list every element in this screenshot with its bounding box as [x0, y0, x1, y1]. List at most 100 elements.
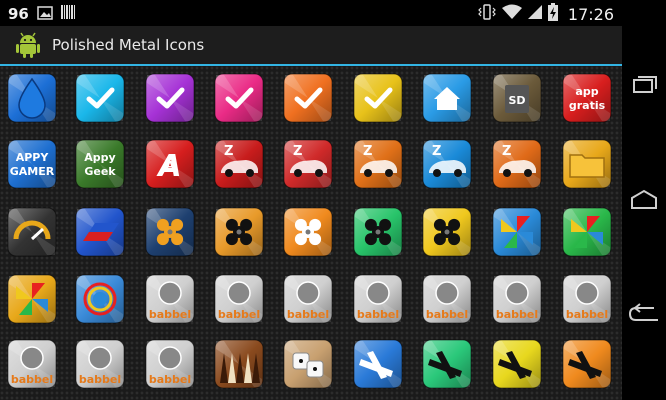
pinwheel-icon-2-graphic	[562, 207, 612, 257]
svg-text:Z: Z	[293, 144, 302, 159]
babbel-france-icon[interactable]: babbel	[214, 274, 264, 324]
blue-car-icon-graphic: Z	[422, 139, 472, 189]
black-clip-icon[interactable]	[422, 339, 472, 389]
yellow-check-icon[interactable]	[353, 73, 403, 123]
sd-card-icon-graphic: SD	[492, 73, 542, 123]
screen: 96 17:26 Polished Metal Icons SD app gra…	[0, 0, 622, 400]
red-car-icon[interactable]: Z	[214, 139, 264, 189]
babbel-brazil-icon[interactable]: babbel	[562, 274, 612, 324]
image-icon	[37, 5, 53, 24]
orange-check-icon[interactable]	[283, 73, 333, 123]
status-bar: 96 17:26	[0, 0, 622, 26]
app-gratis-icon[interactable]: app gratis	[562, 73, 612, 123]
pinwheel-icon-graphic	[492, 207, 542, 257]
green-fan-icon-graphic	[353, 207, 403, 257]
home-icon[interactable]	[422, 73, 472, 123]
folder-icon[interactable]	[562, 139, 612, 189]
svg-text:Z: Z	[363, 144, 372, 159]
babbel-turkey-icon-graphic: babbel	[145, 339, 195, 389]
red-a-icon[interactable]: AA	[145, 139, 195, 189]
dice-icon[interactable]	[283, 339, 333, 389]
back-icon[interactable]	[628, 300, 660, 328]
home-icon[interactable]	[628, 186, 660, 214]
orange-car-icon-2[interactable]: Z	[492, 139, 542, 189]
flag-stripes-icon-graphic	[75, 207, 125, 257]
gauge-icon[interactable]	[7, 207, 57, 257]
babbel-germany-icon-graphic: babbel	[283, 274, 333, 324]
rainbow-disc-icon[interactable]	[75, 274, 125, 324]
tile-label: A	[166, 159, 175, 172]
pinwheel-icon[interactable]	[492, 207, 542, 257]
orange-car-icon-2-graphic: Z	[492, 139, 542, 189]
orange-fan-icon-2[interactable]	[214, 207, 264, 257]
babbel-france-icon-graphic: babbel	[214, 274, 264, 324]
app-title: Polished Metal Icons	[52, 36, 205, 54]
appy-gamer-icon[interactable]: APPY GAMER	[7, 139, 57, 189]
babbel-germany-icon[interactable]: babbel	[283, 274, 333, 324]
babbel-spain-icon-graphic: babbel	[353, 274, 403, 324]
yellow-fan-icon[interactable]	[422, 207, 472, 257]
pinwheel-icon-3[interactable]	[7, 274, 57, 324]
orange-fan-icon[interactable]	[145, 207, 195, 257]
tile-label: Geek	[84, 165, 116, 178]
svg-text:Z: Z	[224, 144, 233, 159]
blue-drop-icon[interactable]	[7, 73, 57, 123]
tile-label: GAMER	[10, 165, 55, 178]
orange-fan-icon-2-graphic	[214, 207, 264, 257]
purple-check-icon[interactable]	[145, 73, 195, 123]
blue-car-icon[interactable]: Z	[422, 139, 472, 189]
red-car-icon-2[interactable]: Z	[283, 139, 333, 189]
icon-grid: SD app gratis APPY GAMER Appy Geek A A Z Z Z Z Zbabbe…	[0, 66, 622, 400]
appy-geek-icon[interactable]: Appy Geek	[75, 139, 125, 189]
babbel-macedonia-icon[interactable]: babbel	[7, 339, 57, 389]
babbel-brazil-icon-graphic: babbel	[562, 274, 612, 324]
tile-label: babbel	[426, 308, 468, 321]
black-clip-icon-2[interactable]	[492, 339, 542, 389]
babbel-spain-icon[interactable]: babbel	[353, 274, 403, 324]
babbel-turkey-icon[interactable]: babbel	[145, 339, 195, 389]
tile-label: Appy	[84, 151, 115, 164]
yellow-fan-icon-graphic	[422, 207, 472, 257]
green-fan-icon[interactable]	[353, 207, 403, 257]
babbel-sweden-icon[interactable]: babbel	[75, 339, 125, 389]
black-clip-icon-graphic	[422, 339, 472, 389]
appy-geek-icon-graphic: AppyGeek	[75, 139, 125, 189]
tile-label: babbel	[287, 308, 329, 321]
babbel-italy-icon[interactable]: babbel	[422, 274, 472, 324]
black-clip-icon-3-graphic	[562, 339, 612, 389]
svg-text:Z: Z	[502, 144, 511, 159]
flag-stripes-icon[interactable]	[75, 207, 125, 257]
orange-car-icon[interactable]: Z	[353, 139, 403, 189]
action-bar: Polished Metal Icons	[0, 26, 622, 66]
babbel-uk-icon-graphic: babbel	[145, 274, 195, 324]
folder-icon-graphic	[562, 139, 612, 189]
yellow-check-icon-graphic	[353, 73, 403, 123]
backgammon-icon-graphic	[214, 339, 264, 389]
tile-label: babbel	[79, 373, 121, 386]
black-clip-icon-3[interactable]	[562, 339, 612, 389]
pinwheel-icon-3-graphic	[7, 274, 57, 324]
white-fan-icon[interactable]	[283, 207, 333, 257]
notification-count: 96	[8, 5, 29, 23]
babbel-poland-icon[interactable]: babbel	[492, 274, 542, 324]
tile-label: babbel	[11, 373, 53, 386]
barcode-icon	[60, 4, 75, 24]
purple-check-icon-graphic	[145, 73, 195, 123]
svg-text:SD: SD	[508, 94, 525, 107]
wifi-icon	[501, 4, 522, 24]
backgammon-icon[interactable]	[214, 339, 264, 389]
sd-card-icon[interactable]: SD	[492, 73, 542, 123]
cyan-check-icon[interactable]	[75, 73, 125, 123]
pink-check-icon-graphic	[214, 73, 264, 123]
pink-check-icon[interactable]	[214, 73, 264, 123]
red-a-icon-graphic: AA	[145, 139, 195, 189]
home-icon-graphic	[422, 73, 472, 123]
pinwheel-icon-2[interactable]	[562, 207, 612, 257]
cyan-check-icon-graphic	[75, 73, 125, 123]
white-clip-icon[interactable]	[353, 339, 403, 389]
android-robot-icon[interactable]	[14, 31, 42, 59]
red-car-icon-graphic: Z	[214, 139, 264, 189]
recents-icon[interactable]	[628, 72, 660, 100]
babbel-uk-icon[interactable]: babbel	[145, 274, 195, 324]
tile-label: babbel	[149, 308, 191, 321]
